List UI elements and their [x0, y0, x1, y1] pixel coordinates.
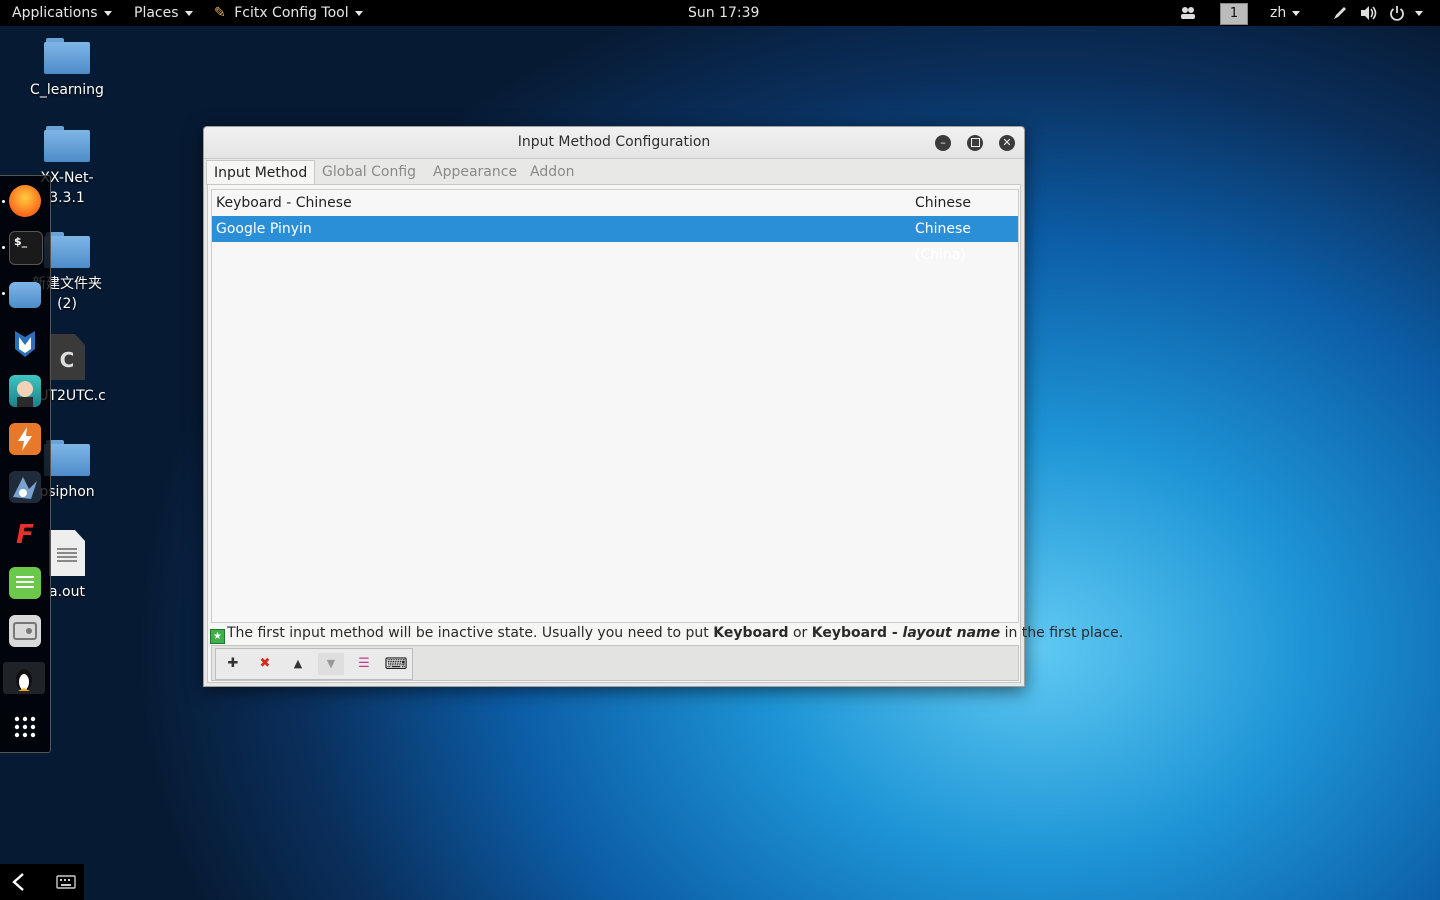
- burpsuite-icon[interactable]: [9, 423, 41, 455]
- pen-icon[interactable]: [1332, 0, 1348, 26]
- avatar-app-icon[interactable]: [9, 375, 41, 407]
- plus-icon: ✚: [227, 656, 239, 671]
- tab-input-method[interactable]: Input Method: [206, 160, 316, 185]
- top-bar: Applications Places ✎ Fcitx Config Tool …: [0, 0, 1440, 26]
- language-label: zh: [1270, 5, 1287, 21]
- close-icon: ✕: [1002, 136, 1012, 149]
- list-item[interactable]: Keyboard - Chinese Chinese: [212, 190, 1018, 216]
- terminal-icon[interactable]: $_: [9, 231, 43, 265]
- flashlight-icon[interactable]: F: [9, 519, 41, 551]
- files-icon[interactable]: [9, 282, 41, 308]
- chevron-down-icon: [1415, 10, 1423, 16]
- firefox-icon[interactable]: [9, 185, 41, 217]
- remove-icon: ✖: [259, 656, 271, 671]
- active-app-label: Fcitx Config Tool: [234, 5, 349, 21]
- c-file-icon: C: [49, 334, 85, 380]
- folder-icon: [44, 38, 90, 74]
- bird-tool-icon[interactable]: [9, 471, 41, 503]
- power-icon: [1390, 6, 1404, 21]
- arrow-down-icon: ▼: [326, 657, 336, 670]
- clock-label: Sun 17:39: [688, 5, 760, 21]
- maximize-button[interactable]: [967, 135, 983, 151]
- tab-global-config[interactable]: Global Config: [322, 160, 416, 184]
- close-button[interactable]: ✕: [999, 135, 1015, 151]
- chevron-down-icon: [1292, 10, 1301, 16]
- applications-menu[interactable]: Applications: [12, 0, 112, 26]
- move-down-button[interactable]: ▼: [318, 653, 344, 675]
- tux-icon[interactable]: [3, 662, 45, 694]
- chevron-down-icon: [184, 10, 193, 16]
- configure-icon: ☰: [358, 656, 370, 671]
- input-method-list[interactable]: Keyboard - Chinese Chinese Google Pinyin…: [211, 189, 1019, 623]
- running-indicator: [2, 200, 5, 203]
- app-grid-icon[interactable]: [9, 711, 41, 743]
- clock[interactable]: Sun 17:39: [688, 0, 759, 26]
- running-indicator: [2, 292, 5, 295]
- workspace-number: 1: [1220, 3, 1248, 25]
- text-file-icon: [49, 530, 85, 576]
- folder-icon: [44, 126, 90, 162]
- metasploit-icon[interactable]: [9, 327, 41, 359]
- back-arrow-icon[interactable]: [10, 872, 28, 896]
- applications-label: Applications: [12, 5, 98, 21]
- config-tool-icon[interactable]: [9, 615, 41, 647]
- window-title: Input Method Configuration: [517, 134, 711, 150]
- input-method-panel: Keyboard - Chinese Chinese Google Pinyin…: [207, 184, 1123, 683]
- minimize-button[interactable]: –: [935, 135, 951, 151]
- people-icon[interactable]: [1180, 0, 1196, 26]
- keyboard-icon: ⌨: [384, 654, 408, 673]
- chevron-down-icon: [103, 10, 112, 16]
- list-toolbar: ✚ ✖ ▲ ▼ ☰ ⌨: [215, 648, 413, 680]
- fcitx-icon: ✎: [214, 5, 226, 21]
- remove-button[interactable]: ✖: [252, 653, 278, 675]
- keyboard-layout-button[interactable]: ⌨: [383, 653, 409, 675]
- desktop-icon-c-learning[interactable]: C_learning: [12, 38, 122, 100]
- configure-button[interactable]: ☰: [351, 653, 377, 675]
- chevron-down-icon: [354, 10, 363, 16]
- system-menu[interactable]: [1389, 0, 1423, 26]
- keyboard-icon[interactable]: [56, 874, 76, 894]
- input-method-language: Chinese: [915, 195, 971, 211]
- arrow-up-icon: ▲: [293, 657, 303, 670]
- workspace-indicator[interactable]: 1: [1220, 0, 1248, 26]
- volume-icon[interactable]: [1360, 0, 1378, 26]
- input-method-language: Chinese (China): [915, 221, 971, 263]
- places-label: Places: [134, 5, 179, 21]
- desktop-icon-label: C_learning: [30, 82, 104, 98]
- minimize-icon: –: [940, 136, 946, 149]
- dock: $_ F: [0, 175, 51, 753]
- language-menu[interactable]: zh: [1270, 0, 1301, 26]
- add-button[interactable]: ✚: [220, 653, 246, 675]
- running-indicator: [2, 246, 5, 249]
- list-item[interactable]: Google Pinyin Chinese (China): [212, 216, 1018, 263]
- maximize-icon: [970, 138, 980, 147]
- bottom-panel: [0, 864, 84, 900]
- input-method-name: Google Pinyin: [216, 221, 312, 237]
- active-app-menu[interactable]: ✎ Fcitx Config Tool: [214, 0, 363, 26]
- places-menu[interactable]: Places: [134, 0, 193, 26]
- star-icon: ★: [210, 629, 225, 644]
- info-message: ★ The first input method will be inactive…: [210, 623, 1123, 644]
- tab-addon[interactable]: Addon: [530, 160, 575, 184]
- toolbar-area: ✚ ✖ ▲ ▼ ☰ ⌨: [211, 645, 1019, 681]
- input-method-name: Keyboard - Chinese: [216, 195, 352, 211]
- tab-appearance[interactable]: Appearance: [433, 160, 517, 184]
- window-titlebar[interactable]: Input Method Configuration – ✕: [204, 127, 1024, 159]
- input-method-window: Input Method Configuration – ✕ Input Met…: [203, 126, 1123, 687]
- text-editor-icon[interactable]: [9, 567, 41, 599]
- move-up-button[interactable]: ▲: [285, 653, 311, 675]
